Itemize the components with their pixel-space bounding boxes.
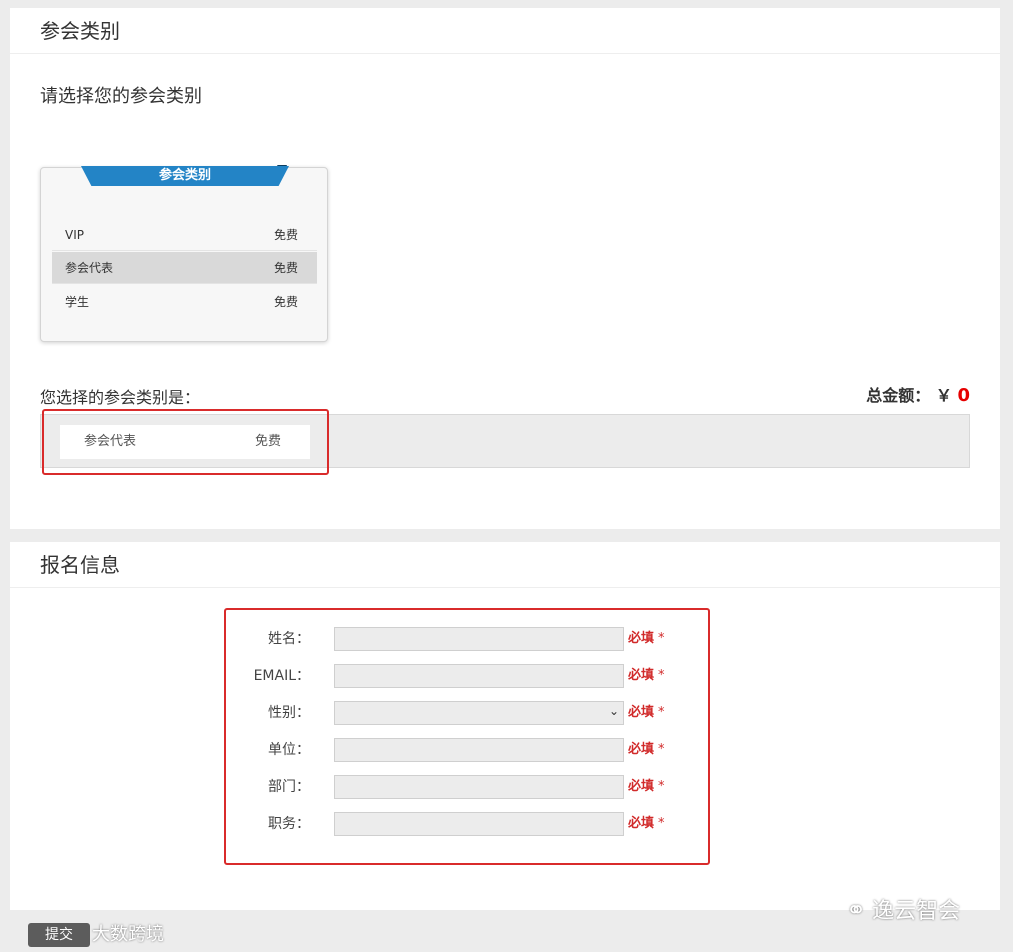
department-input[interactable] <box>334 775 624 799</box>
field-label: 部门： <box>268 779 310 795</box>
category-option-vip[interactable]: VIP 免费 <box>52 219 317 251</box>
watermark-text: 逸云智会 <box>872 899 961 924</box>
category-card: 参会类别 VIP 免费 参会代表 免费 学生 免费 <box>40 165 328 342</box>
chosen-category-box: 参会代表 免费 <box>40 414 970 468</box>
chosen-name: 参会代表 <box>84 434 137 449</box>
chosen-category-label: 您选择的参会类别是： <box>40 388 201 407</box>
position-input[interactable] <box>334 812 624 836</box>
required-marker: 必填 * <box>628 775 665 799</box>
form-row-gender: 性别： ⌄ 必填 * <box>10 701 1000 725</box>
chosen-price: 免费 <box>254 434 281 449</box>
required-marker: 必填 * <box>628 627 665 651</box>
field-label: EMAIL： <box>253 668 310 684</box>
required-star: * <box>658 668 665 683</box>
required-marker: 必填 * <box>628 664 665 688</box>
required-star: * <box>658 779 665 794</box>
field-label: 单位： <box>268 742 310 758</box>
total-amount: 总金额： ￥ 0 <box>866 382 970 406</box>
required-text: 必填 <box>628 631 655 646</box>
field-label: 性别： <box>268 705 310 721</box>
form-row-department: 部门： 必填 * <box>10 775 1000 799</box>
field-label: 职务： <box>268 816 310 832</box>
required-text: 必填 <box>628 668 655 683</box>
name-input[interactable] <box>334 627 624 651</box>
form-row-email: EMAIL： 必填 * <box>10 664 1000 688</box>
organization-input[interactable] <box>334 738 624 762</box>
form-row-position: 职务： 必填 * <box>10 812 1000 836</box>
watermark-left: 大数跨境 <box>92 924 164 945</box>
option-price: 免费 <box>273 261 298 275</box>
option-name: VIP <box>65 228 84 242</box>
panel-title: 参会类别 <box>10 8 1000 54</box>
option-price: 免费 <box>273 228 298 242</box>
chevron-down-icon: ⌄ <box>608 704 619 718</box>
category-option-delegate[interactable]: 参会代表 免费 <box>52 252 317 284</box>
registration-panel: 报名信息 姓名： 必填 * EMAIL： 必填 * 性别： ⌄ 必填 * 单位： 必填… <box>10 542 1000 910</box>
required-marker: 必填 * <box>628 812 665 836</box>
panel-title: 报名信息 <box>10 542 1000 588</box>
wechat-icon: ⚭ <box>846 896 867 924</box>
total-label: 总金额： <box>866 386 931 405</box>
required-text: 必填 <box>628 705 655 720</box>
currency-symbol: ￥ <box>935 386 952 405</box>
required-marker: 必填 * <box>628 738 665 762</box>
email-input[interactable] <box>334 664 624 688</box>
total-value: 0 <box>957 385 970 406</box>
required-text: 必填 <box>628 742 655 757</box>
field-label: 姓名： <box>268 631 310 647</box>
category-prompt: 请选择您的参会类别 <box>40 86 202 107</box>
required-star: * <box>658 742 665 757</box>
form-row-organization: 单位： 必填 * <box>10 738 1000 762</box>
option-name: 参会代表 <box>65 261 114 275</box>
watermark-brand: ⚭ 逸云智会 <box>846 893 960 925</box>
option-price: 免费 <box>273 295 298 309</box>
required-star: * <box>658 816 665 831</box>
category-card-title: 参会类别 <box>81 166 289 186</box>
category-panel: 参会类别 请选择您的参会类别 参会类别 VIP 免费 参会代表 免费 学生 免费… <box>10 8 1000 529</box>
required-marker: 必填 * <box>628 701 665 725</box>
required-text: 必填 <box>628 779 655 794</box>
gender-select[interactable]: ⌄ <box>334 701 624 725</box>
required-star: * <box>658 705 665 720</box>
submit-button[interactable]: 提交 <box>28 923 90 947</box>
form-row-name: 姓名： 必填 * <box>10 627 1000 651</box>
required-text: 必填 <box>628 816 655 831</box>
chosen-category-item: 参会代表 免费 <box>60 425 310 459</box>
option-name: 学生 <box>65 295 90 309</box>
category-option-student[interactable]: 学生 免费 <box>52 286 317 318</box>
required-star: * <box>658 631 665 646</box>
